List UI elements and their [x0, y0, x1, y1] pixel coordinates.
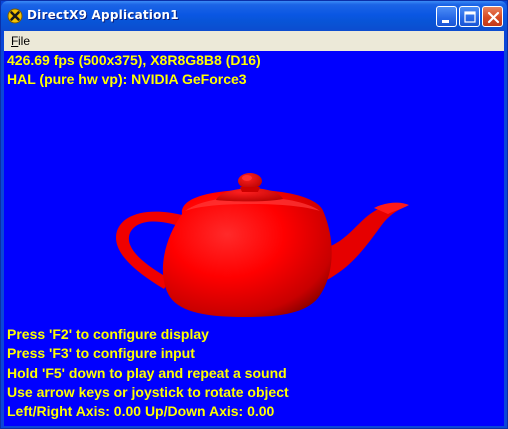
window-title: DirectX9 Application1: [27, 8, 179, 22]
help-line-f3: Press 'F3' to configure input: [7, 345, 195, 362]
render-viewport[interactable]: 426.69 fps (500x375), X8R8G8B8 (D16) HAL…: [4, 51, 504, 426]
menu-file[interactable]: ile: [18, 34, 30, 48]
axis-readout: Left/Right Axis: 0.00 Up/Down Axis: 0.00: [7, 403, 275, 420]
maximize-icon: [464, 11, 476, 23]
menu-bar: F ile: [4, 31, 504, 51]
device-stats-text: HAL (pure hw vp): NVIDIA GeForce3: [7, 71, 247, 87]
help-text: Press 'F2' to configure display Press 'F…: [7, 325, 289, 421]
close-button[interactable]: [482, 6, 503, 27]
title-bar[interactable]: DirectX9 Application1: [1, 1, 507, 31]
maximize-button[interactable]: [459, 6, 480, 27]
directx-x-icon[interactable]: [7, 8, 23, 24]
minimize-button[interactable]: [436, 6, 457, 27]
close-icon: [487, 11, 500, 24]
frame-stats-text: 426.69 fps (500x375), X8R8G8B8 (D16): [7, 52, 261, 68]
help-line-f5: Hold 'F5' down to play and repeat a soun…: [7, 364, 287, 381]
help-line-rotate: Use arrow keys or joystick to rotate obj…: [7, 383, 289, 400]
help-line-f2: Press 'F2' to configure display: [7, 326, 209, 342]
minimize-icon: [442, 20, 449, 23]
application-window: DirectX9 Application1 F ile 426.69 fps (…: [0, 0, 508, 429]
